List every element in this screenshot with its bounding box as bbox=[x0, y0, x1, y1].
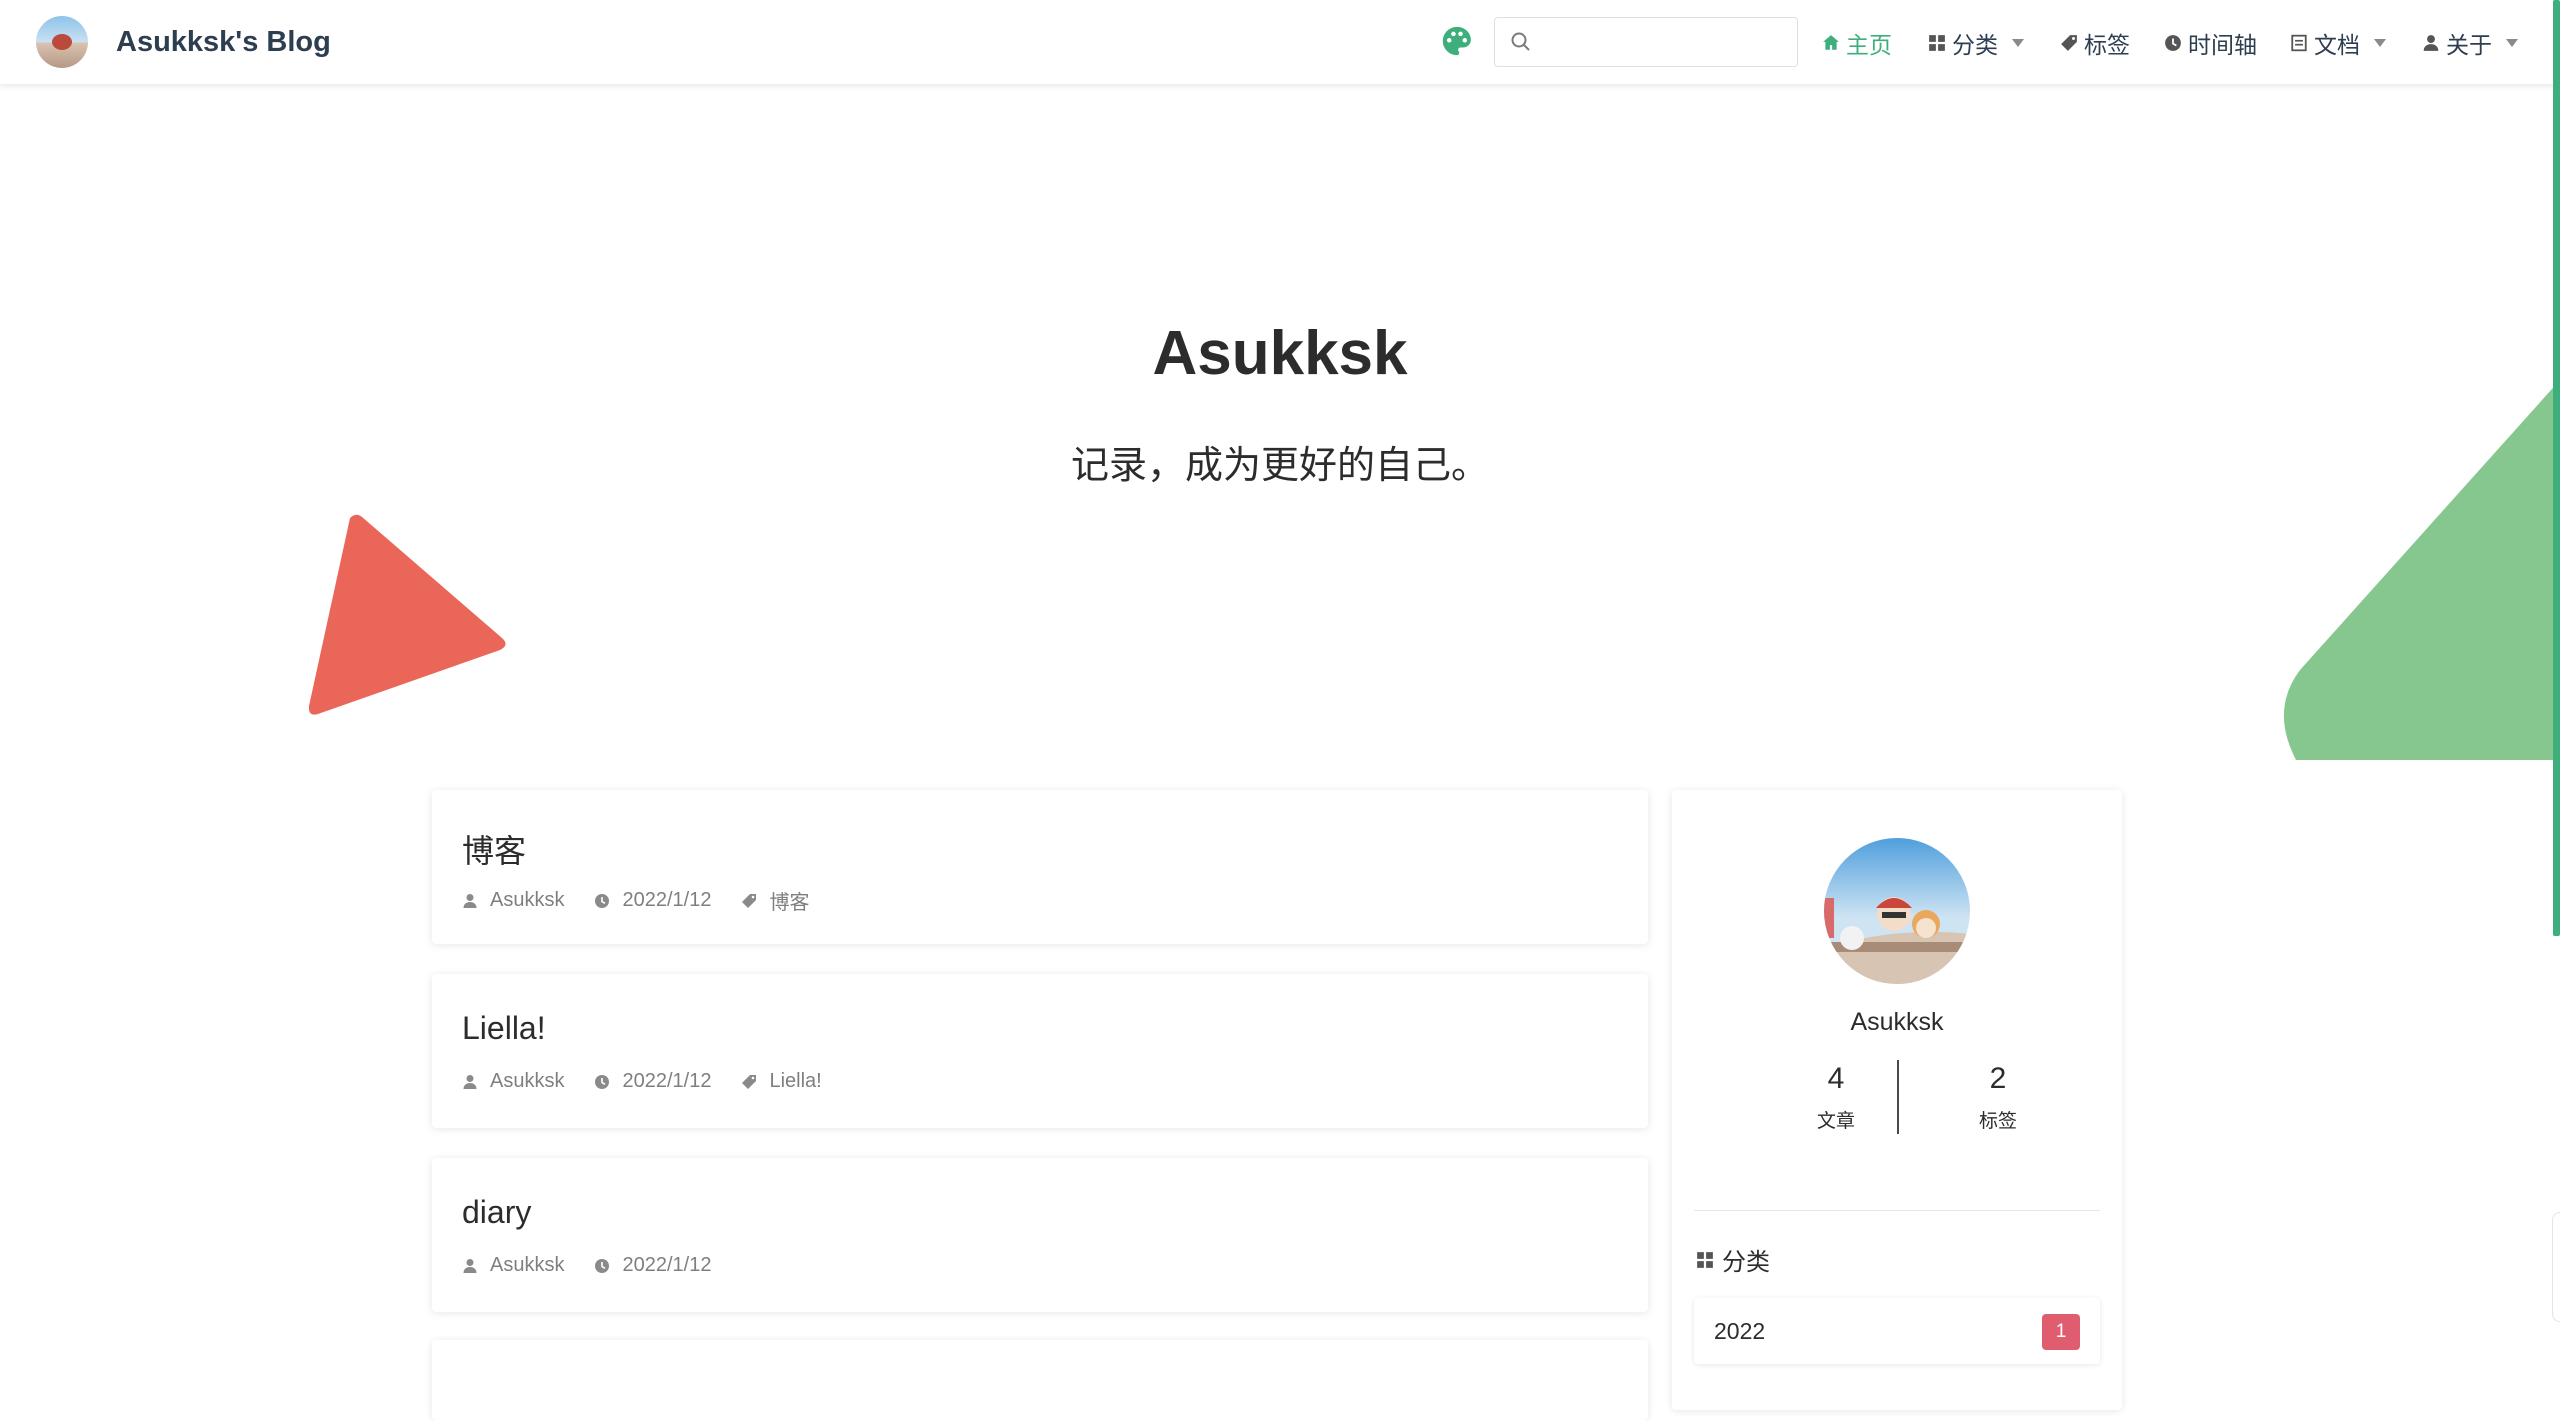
nav-docs[interactable]: 文档 bbox=[2290, 26, 2386, 60]
clock-icon bbox=[595, 1074, 610, 1089]
grid-icon bbox=[1929, 35, 1945, 51]
categories-heading-label: 分类 bbox=[1722, 1249, 1770, 1276]
search-icon bbox=[1511, 32, 1530, 51]
post-meta: Asukksk 2022/1/12 Liella! bbox=[462, 1070, 852, 1093]
stat-articles[interactable]: 4 文章 bbox=[1756, 1062, 1916, 1133]
nav-tags[interactable]: 标签 bbox=[2060, 26, 2130, 60]
document-icon bbox=[2291, 34, 2307, 52]
category-count-badge: 1 bbox=[2042, 1314, 2080, 1350]
author-name: Asukksk bbox=[1850, 1008, 1944, 1036]
brand-link[interactable]: Asukksk's Blog bbox=[36, 16, 331, 68]
profile-sidebar: Asukksk 4 文章 2 标签 分类 2022 1 bbox=[1672, 790, 2122, 1410]
stat-divider bbox=[1897, 1060, 1899, 1134]
chevron-down-icon bbox=[2374, 39, 2386, 47]
palette-icon[interactable] bbox=[1440, 24, 1474, 58]
nav-about-label: 关于 bbox=[2446, 32, 2492, 58]
post-card[interactable]: 博客 Asukksk 2022/1/12 博客 bbox=[432, 790, 1648, 944]
nav-about[interactable]: 关于 bbox=[2422, 26, 2518, 60]
category-name: 2022 bbox=[1714, 1318, 1766, 1344]
post-date: 2022/1/12 bbox=[622, 889, 712, 911]
search-input[interactable] bbox=[1541, 24, 1791, 62]
nav-tags-label: 标签 bbox=[2084, 32, 2130, 58]
post-author: Asukksk bbox=[490, 1070, 565, 1092]
search-box[interactable] bbox=[1494, 17, 1798, 67]
navbar: Asukksk's Blog 主页 分类 标签 时间轴 文档 关于 bbox=[0, 0, 2560, 84]
post-card[interactable]: Liella! Asukksk 2022/1/12 Liella! bbox=[432, 974, 1648, 1128]
post-date: 2022/1/12 bbox=[622, 1254, 712, 1276]
red-triangle-decoration bbox=[308, 514, 506, 715]
nav-timeline-label: 时间轴 bbox=[2188, 32, 2257, 58]
user-icon bbox=[2423, 35, 2439, 51]
section-divider bbox=[1694, 1210, 2100, 1211]
hero-title: Asukksk bbox=[1152, 319, 1408, 388]
categories-heading: 分类 bbox=[1696, 1242, 1770, 1277]
side-drawer-handle[interactable] bbox=[2552, 1212, 2560, 1322]
chevron-down-icon bbox=[2012, 39, 2024, 47]
clock-icon bbox=[595, 893, 610, 908]
post-tag[interactable]: Liella! bbox=[769, 1070, 821, 1093]
post-card[interactable]: diary Asukksk 2022/1/12 bbox=[432, 1158, 1648, 1312]
site-title: Asukksk's Blog bbox=[116, 25, 331, 58]
post-author: Asukksk bbox=[490, 889, 565, 911]
author-avatar bbox=[1824, 838, 1970, 984]
grid-icon bbox=[1697, 1251, 1713, 1268]
post-meta: Asukksk 2022/1/12 bbox=[462, 1254, 741, 1277]
user-icon bbox=[463, 1258, 477, 1273]
category-item[interactable]: 2022 1 bbox=[1694, 1298, 2100, 1364]
page-scrollbar[interactable] bbox=[2553, 0, 2560, 936]
tag-icon bbox=[742, 893, 757, 908]
post-author: Asukksk bbox=[490, 1254, 565, 1276]
home-icon bbox=[1823, 35, 1839, 50]
clock-icon bbox=[595, 1258, 610, 1273]
nav-category[interactable]: 分类 bbox=[1928, 26, 2024, 60]
clock-icon bbox=[2165, 35, 2181, 51]
nav-timeline[interactable]: 时间轴 bbox=[2164, 26, 2257, 60]
tags-label: 标签 bbox=[1978, 1111, 2017, 1132]
post-title[interactable]: 博客 bbox=[462, 826, 526, 872]
nav-home-label: 主页 bbox=[1846, 32, 1892, 58]
hero-subtitle: 记录，成为更好的自己。 bbox=[1070, 445, 1489, 487]
nav-category-label: 分类 bbox=[1952, 32, 1998, 58]
user-icon bbox=[463, 1074, 477, 1089]
post-date: 2022/1/12 bbox=[622, 1070, 712, 1092]
nav-docs-label: 文档 bbox=[2314, 32, 2360, 58]
chevron-down-icon bbox=[2506, 39, 2518, 47]
tag-icon bbox=[742, 1074, 757, 1089]
post-card[interactable] bbox=[432, 1340, 1648, 1420]
user-icon bbox=[463, 893, 477, 908]
post-tag[interactable]: 博客 bbox=[769, 886, 809, 915]
nav-home[interactable]: 主页 bbox=[1822, 26, 1892, 60]
tags-count: 2 bbox=[1989, 1062, 2007, 1095]
articles-label: 文章 bbox=[1816, 1111, 1855, 1132]
stat-tags[interactable]: 2 标签 bbox=[1918, 1062, 2078, 1133]
articles-count: 4 bbox=[1827, 1062, 1845, 1095]
post-title[interactable]: diary bbox=[462, 1194, 531, 1231]
post-meta: Asukksk 2022/1/12 博客 bbox=[462, 886, 839, 915]
post-title[interactable]: Liella! bbox=[462, 1010, 546, 1047]
site-logo-avatar bbox=[36, 16, 88, 68]
tag-icon bbox=[2061, 35, 2077, 51]
